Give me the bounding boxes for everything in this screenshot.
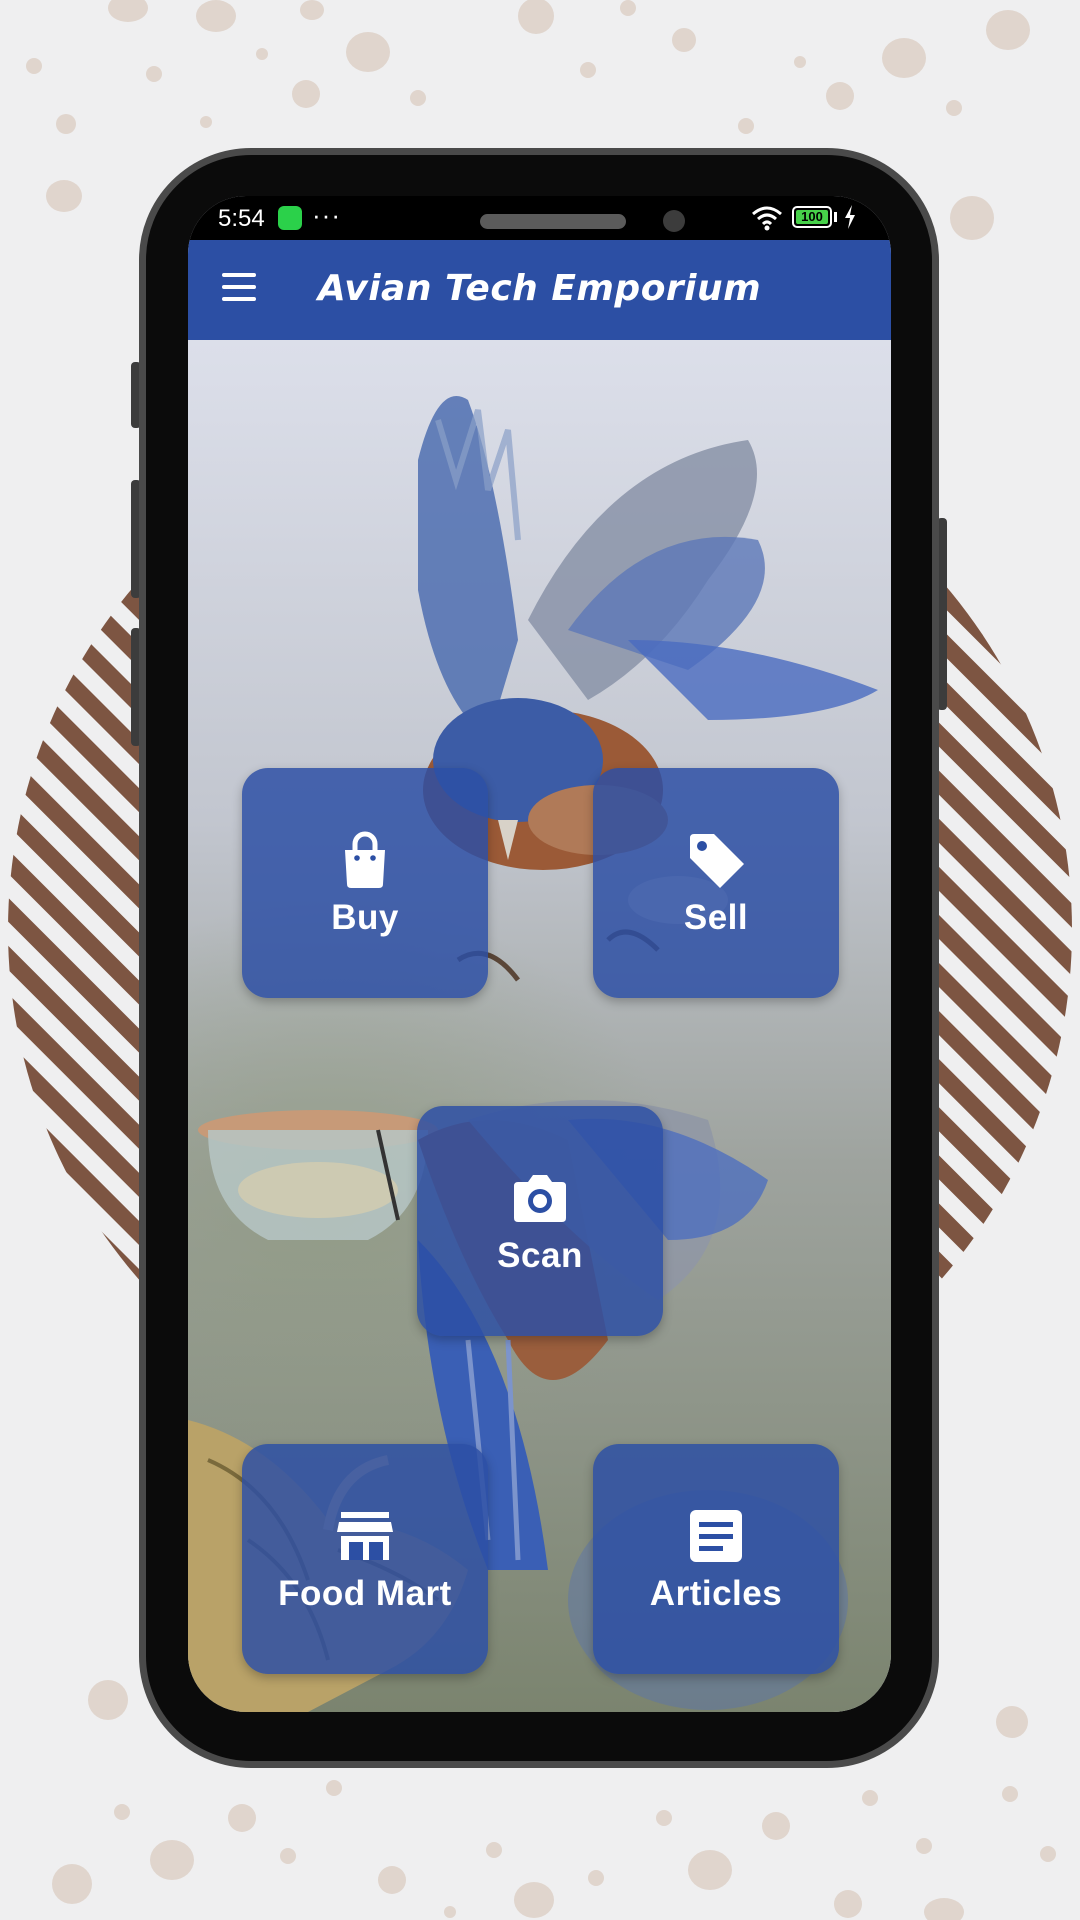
scan-label: Scan: [497, 1236, 583, 1275]
front-camera: [663, 210, 685, 232]
status-time: 5:54: [218, 205, 265, 232]
food-mart-button[interactable]: Food Mart: [242, 1444, 488, 1674]
article-icon: [690, 1510, 742, 1562]
phone-screen: 5:54 ··· 100 Avian Tech Emporium Buy Sel…: [188, 196, 891, 1712]
charging-icon: [845, 205, 855, 229]
home-content: Buy Sell Scan Food Mart Articles: [188, 340, 891, 1712]
battery-level: 100: [796, 210, 828, 224]
buy-button[interactable]: Buy: [242, 768, 488, 998]
food-mart-label: Food Mart: [278, 1574, 452, 1613]
camera-icon: [514, 1175, 566, 1222]
articles-button[interactable]: Articles: [593, 1444, 839, 1674]
price-tag-icon: [690, 834, 744, 888]
more-notifications-indicator: ···: [312, 200, 341, 230]
app-title: Avian Tech Emporium: [317, 268, 762, 309]
buy-label: Buy: [331, 898, 399, 937]
app-notification-icon: [278, 206, 302, 230]
sell-button[interactable]: Sell: [593, 768, 839, 998]
shopping-bag-icon: [345, 831, 385, 888]
articles-label: Articles: [649, 1574, 783, 1613]
sell-label: Sell: [683, 898, 749, 937]
wifi-icon: [752, 206, 782, 231]
app-bar: Avian Tech Emporium: [188, 240, 891, 340]
storefront-icon: [337, 1512, 393, 1560]
battery-icon: 100: [792, 206, 832, 228]
earpiece-speaker: [480, 214, 626, 229]
battery-cap: [834, 212, 837, 222]
scan-button[interactable]: Scan: [417, 1106, 663, 1336]
